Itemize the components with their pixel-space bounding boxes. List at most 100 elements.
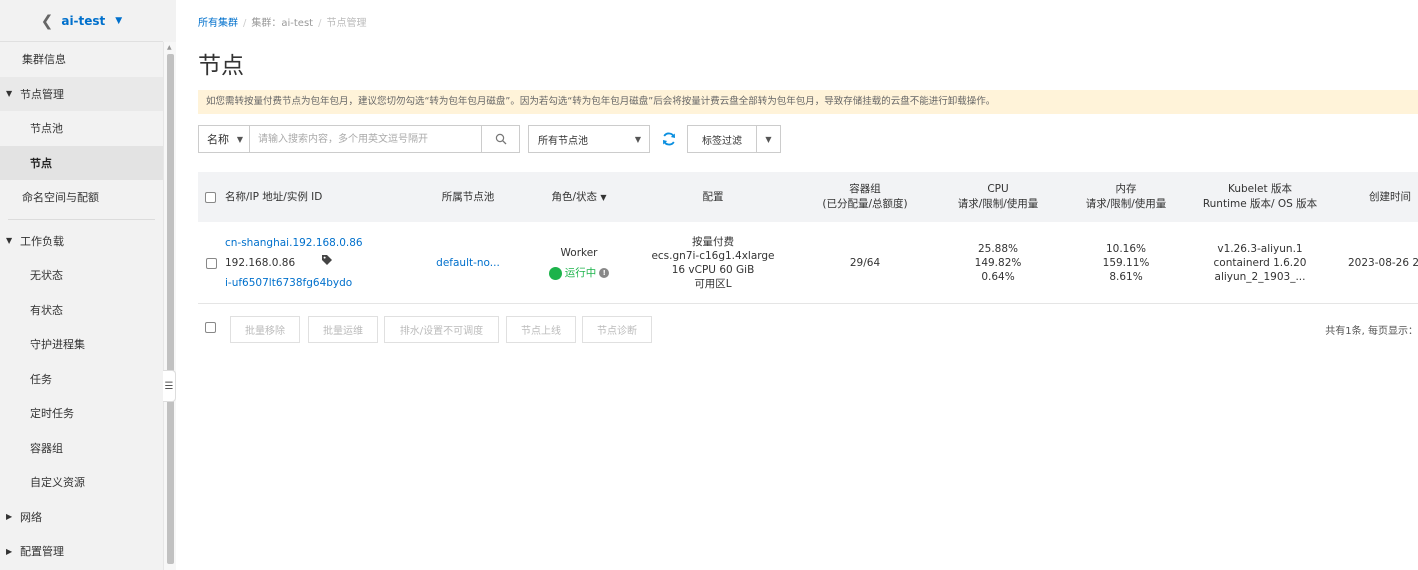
sidebar-item-jobs[interactable]: 任务 — [0, 362, 163, 397]
col-pool-label: 所属节点池 — [441, 190, 495, 203]
sidebar-item-namespaces[interactable]: 命名空间与配额 — [0, 180, 163, 215]
cell-versions: v1.26.3-aliyun.1 containerd 1.6.20 aliyu… — [1190, 222, 1330, 304]
sidebar-group-workloads[interactable]: ▼ 工作负载 — [0, 224, 163, 259]
cell-name: cn-shanghai.192.168.0.86 192.168.0.86 i-… — [225, 222, 363, 304]
sidebar-item-cronjobs[interactable]: 定时任务 — [0, 396, 163, 431]
sidebar-item-statefulsets[interactable]: 有状态 — [0, 293, 163, 328]
node-pool-select[interactable]: 所有节点池 ▼ — [528, 125, 650, 153]
triangle-down-icon: ▼ — [6, 236, 13, 246]
breadcrumb-all-clusters[interactable]: 所有集群 — [198, 18, 238, 29]
sidebar-item-label: 命名空间与配额 — [22, 191, 99, 205]
col-kubelet: Kubelet 版本 Runtime 版本/ OS 版本 — [1190, 172, 1330, 222]
breadcrumb: 所有集群 / 集群：ai-test / 节点管理 — [198, 14, 366, 29]
footer-select-all-checkbox[interactable] — [205, 322, 216, 333]
batch-actions-bar: 批量移除 批量运维 排水/设置不可调度 节点上线 节点诊断 共有1条, 每页显示… — [198, 316, 1418, 343]
col-kubelet-sublabel: Runtime 版本/ OS 版本 — [1202, 198, 1318, 210]
page-title: 节点 — [198, 53, 244, 79]
sidebar-item-label: 集群信息 — [22, 53, 66, 67]
kubelet-version: v1.26.3-aliyun.1 — [1217, 243, 1303, 255]
breadcrumb-separator: / — [243, 18, 247, 29]
node-diagnose-button[interactable]: 节点诊断 — [582, 316, 652, 343]
search-field-select[interactable]: 名称 ▼ — [198, 125, 250, 153]
info-icon[interactable]: ! — [599, 268, 610, 278]
main-content: 所有集群 / 集群：ai-test / 节点管理 节点 如您需转按量付费节点为包年包月，… — [176, 0, 1418, 570]
col-name: 名称/IP 地址/实例 ID — [225, 172, 322, 222]
cell-pods: 29/64 — [810, 222, 920, 304]
sidebar-item-label: 无状态 — [30, 269, 63, 283]
tag-filter-button[interactable]: 标签过滤 — [687, 125, 757, 153]
select-all-checkbox[interactable] — [205, 191, 216, 203]
node-name-link[interactable]: cn-shanghai.192.168.0.86 — [225, 233, 363, 253]
sidebar-item-custom-resources[interactable]: 自定义资源 — [0, 465, 163, 500]
tag-icon[interactable] — [321, 253, 333, 273]
scrollbar-thumb[interactable] — [167, 54, 174, 564]
cell-memory: 10.16% 159.11% 8.61% — [1068, 222, 1184, 304]
instance-spec: 16 vCPU 60 GiB — [671, 264, 755, 276]
breadcrumb-cluster[interactable]: 集群：ai-test — [251, 18, 313, 29]
sidebar-item-label: 容器组 — [30, 441, 63, 455]
col-created-label: 创建时间 — [1369, 190, 1411, 203]
zone: 可用区L — [694, 278, 732, 290]
drain-cordon-button[interactable]: 排水/设置不可调度 — [384, 316, 499, 343]
mem-request: 10.16% — [1105, 243, 1147, 255]
sidebar-item-label: 守护进程集 — [30, 338, 85, 352]
col-cpu-label: CPU — [987, 183, 1009, 195]
sidebar-item-node-pools[interactable]: 节点池 — [0, 111, 163, 146]
row-checkbox-cell — [205, 222, 217, 304]
col-cpu: CPU 请求/限制/使用量 — [938, 172, 1058, 222]
cell-cpu: 25.88% 149.82% 0.64% — [938, 222, 1058, 304]
node-online-button[interactable]: 节点上线 — [506, 316, 576, 343]
search-field-value: 名称 — [207, 133, 229, 146]
sidebar-item-label: 自定义资源 — [30, 476, 85, 490]
col-kubelet-label: Kubelet 版本 — [1228, 183, 1292, 195]
sidebar-group-config[interactable]: ▶ 配置管理 — [0, 534, 163, 569]
sidebar-item-cluster-info[interactable]: 集群信息 — [0, 42, 163, 77]
col-memory-sublabel: 请求/限制/使用量 — [1085, 198, 1167, 210]
search-button[interactable] — [482, 125, 520, 153]
col-role[interactable]: 角色/状态 ▼ — [536, 172, 622, 222]
node-pool-link[interactable]: default-no... — [436, 256, 500, 270]
col-pool: 所属节点池 — [428, 172, 508, 222]
sidebar-item-label: 节点 — [30, 156, 52, 170]
refresh-icon[interactable] — [658, 128, 680, 150]
sidebar-item-daemonsets[interactable]: 守护进程集 — [0, 327, 163, 362]
tag-filter-dropdown[interactable]: ▼ — [757, 125, 781, 153]
status-dot-icon — [548, 266, 562, 280]
batch-ops-button[interactable]: 批量运维 — [308, 316, 378, 343]
sidebar-item-label: 定时任务 — [30, 407, 74, 421]
sidebar-item-label: 配置管理 — [20, 545, 64, 559]
cell-pool: default-no... — [428, 222, 508, 304]
caret-down-icon: ▼ — [600, 192, 607, 202]
sidebar-scrollbar[interactable]: ▲ — [163, 42, 176, 570]
collapse-sidebar-icon[interactable]: ☰ — [163, 370, 176, 402]
pagination-info: 共有1条, 每页显示： — [1325, 326, 1418, 337]
sidebar-nav: ❮ ai-test ▼ 集群信息 ▼ 节点管理 节点池 节点 命名空间与配额 ▼ 工… — [0, 0, 163, 570]
runtime-version: containerd 1.6.20 — [1213, 257, 1307, 269]
search-icon — [495, 133, 506, 145]
cpu-usage: 0.64% — [981, 271, 1015, 283]
sidebar-item-pods[interactable]: 容器组 — [0, 431, 163, 466]
col-config: 配置 — [648, 172, 778, 222]
row-checkbox[interactable] — [205, 257, 217, 269]
scroll-up-icon[interactable]: ▲ — [167, 44, 172, 51]
chevron-down-icon: ▼ — [634, 134, 641, 144]
batch-remove-button[interactable]: 批量移除 — [230, 316, 300, 343]
back-arrow-icon[interactable]: ❮ — [41, 12, 54, 30]
status-text: 运行中 — [564, 267, 597, 279]
instance-id-link[interactable]: i-uf6507lt6738fg64bydo — [225, 273, 352, 293]
table-header: 名称/IP 地址/实例 ID 所属节点池 角色/状态 ▼ 配置 容器组 (已分配量… — [198, 172, 1418, 222]
toolbar: 名称 ▼ 所有节点池 ▼ 标签过滤 ▼ — [198, 125, 1418, 153]
search-input[interactable] — [250, 125, 482, 153]
cluster-switcher[interactable]: ❮ ai-test ▼ — [0, 0, 163, 42]
created-time: 2023-08-26 22 — [1348, 257, 1418, 269]
sidebar-group-node-management[interactable]: ▼ 节点管理 — [0, 76, 163, 111]
cell-created: 2023-08-26 22 — [1348, 222, 1418, 304]
cluster-name[interactable]: ai-test — [61, 14, 105, 28]
sidebar-item-deployments[interactable]: 无状态 — [0, 258, 163, 293]
billing-type: 按量付费 — [692, 236, 734, 248]
sidebar-group-network[interactable]: ▶ 网络 — [0, 500, 163, 535]
col-cpu-sublabel: 请求/限制/使用量 — [957, 198, 1039, 210]
cpu-limit: 149.82% — [974, 257, 1022, 269]
sidebar-item-nodes[interactable]: 节点 — [0, 145, 163, 180]
chevron-down-icon: ▼ — [115, 15, 123, 26]
